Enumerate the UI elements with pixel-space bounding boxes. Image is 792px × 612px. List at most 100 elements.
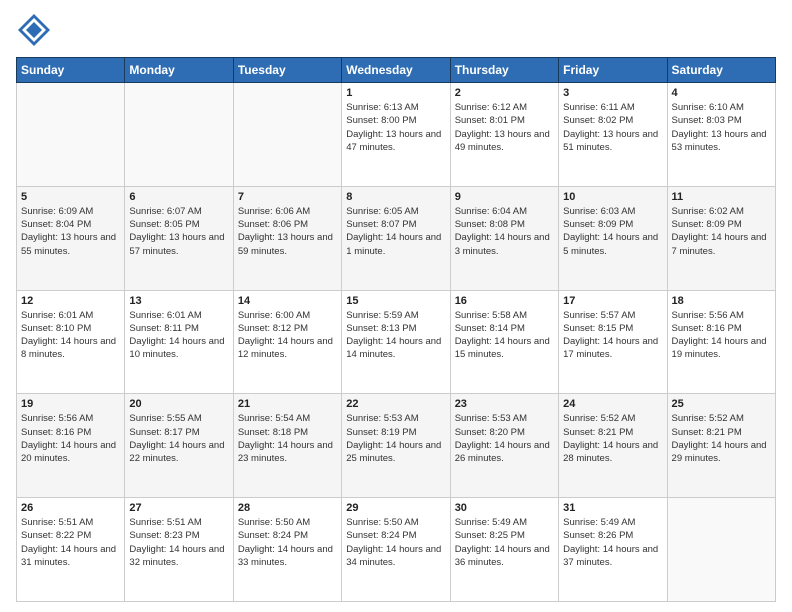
day-info: Sunrise: 5:50 AM Sunset: 8:24 PM Dayligh… [346,516,445,569]
day-info: Sunrise: 5:56 AM Sunset: 8:16 PM Dayligh… [672,309,771,362]
calendar-cell: 6 Sunrise: 6:07 AM Sunset: 8:05 PM Daylig… [125,186,233,290]
day-number: 11 [672,191,771,203]
calendar-week-row: 19 Sunrise: 5:56 AM Sunset: 8:16 PM Dayli… [17,394,776,498]
calendar-week-row: 1Sunrise: 6:13 AM Sunset: 8:00 PM Daylig… [17,83,776,187]
day-info: Sunrise: 5:52 AM Sunset: 8:21 PM Dayligh… [672,412,771,465]
calendar-cell: 24 Sunrise: 5:52 AM Sunset: 8:21 PM Dayli… [559,394,667,498]
day-number: 29 [346,502,445,514]
day-info: Sunrise: 6:04 AM Sunset: 8:08 PM Dayligh… [455,205,554,258]
calendar-header-thursday: Thursday [450,58,558,83]
day-number: 16 [455,295,554,307]
calendar-cell: 28 Sunrise: 5:50 AM Sunset: 8:24 PM Dayli… [233,498,341,602]
day-number: 21 [238,398,337,410]
day-number: 9 [455,191,554,203]
day-number: 20 [129,398,228,410]
day-info: Sunrise: 6:01 AM Sunset: 8:10 PM Dayligh… [21,309,120,362]
calendar-cell: 29 Sunrise: 5:50 AM Sunset: 8:24 PM Dayli… [342,498,450,602]
calendar-cell: 2 Sunrise: 6:12 AM Sunset: 8:01 PM Daylig… [450,83,558,187]
day-info: Sunrise: 6:05 AM Sunset: 8:07 PM Dayligh… [346,205,445,258]
day-info: Sunrise: 6:02 AM Sunset: 8:09 PM Dayligh… [672,205,771,258]
calendar-cell: 13Sunrise: 6:01 AM Sunset: 8:11 PM Dayli… [125,290,233,394]
calendar-cell: 18 Sunrise: 5:56 AM Sunset: 8:16 PM Dayli… [667,290,775,394]
day-number: 17 [563,295,662,307]
page: SundayMondayTuesdayWednesdayThursdayFrid… [0,0,792,612]
day-number: 31 [563,502,662,514]
header [16,12,776,53]
day-info: Sunrise: 5:51 AM Sunset: 8:23 PM Dayligh… [129,516,228,569]
calendar-cell: 25 Sunrise: 5:52 AM Sunset: 8:21 PM Dayli… [667,394,775,498]
calendar-cell: 4 Sunrise: 6:10 AM Sunset: 8:03 PM Daylig… [667,83,775,187]
day-number: 10 [563,191,662,203]
day-number: 19 [21,398,120,410]
calendar-cell: 14Sunrise: 6:00 AM Sunset: 8:12 PM Dayli… [233,290,341,394]
calendar-cell: 5 Sunrise: 6:09 AM Sunset: 8:04 PM Daylig… [17,186,125,290]
day-info: Sunrise: 5:56 AM Sunset: 8:16 PM Dayligh… [21,412,120,465]
day-number: 25 [672,398,771,410]
day-info: Sunrise: 5:53 AM Sunset: 8:19 PM Dayligh… [346,412,445,465]
day-info: Sunrise: 6:07 AM Sunset: 8:05 PM Dayligh… [129,205,228,258]
day-info: Sunrise: 6:11 AM Sunset: 8:02 PM Dayligh… [563,101,662,154]
day-info: Sunrise: 5:50 AM Sunset: 8:24 PM Dayligh… [238,516,337,569]
day-number: 4 [672,87,771,99]
day-info: Sunrise: 5:57 AM Sunset: 8:15 PM Dayligh… [563,309,662,362]
calendar-body: 1Sunrise: 6:13 AM Sunset: 8:00 PM Daylig… [17,83,776,602]
calendar-cell: 27 Sunrise: 5:51 AM Sunset: 8:23 PM Dayli… [125,498,233,602]
day-number: 13 [129,295,228,307]
calendar-cell [667,498,775,602]
day-info: Sunrise: 6:03 AM Sunset: 8:09 PM Dayligh… [563,205,662,258]
day-number: 22 [346,398,445,410]
calendar-cell: 12 Sunrise: 6:01 AM Sunset: 8:10 PM Dayli… [17,290,125,394]
day-number: 1 [346,87,445,99]
calendar-cell: 9 Sunrise: 6:04 AM Sunset: 8:08 PM Daylig… [450,186,558,290]
day-info: Sunrise: 6:10 AM Sunset: 8:03 PM Dayligh… [672,101,771,154]
day-number: 27 [129,502,228,514]
day-info: Sunrise: 6:09 AM Sunset: 8:04 PM Dayligh… [21,205,120,258]
calendar-cell: 7 Sunrise: 6:06 AM Sunset: 8:06 PM Daylig… [233,186,341,290]
calendar-week-row: 12 Sunrise: 6:01 AM Sunset: 8:10 PM Dayli… [17,290,776,394]
day-info: Sunrise: 5:55 AM Sunset: 8:17 PM Dayligh… [129,412,228,465]
logo-icon [16,12,52,48]
day-number: 8 [346,191,445,203]
day-number: 2 [455,87,554,99]
day-info: Sunrise: 5:49 AM Sunset: 8:25 PM Dayligh… [455,516,554,569]
day-number: 7 [238,191,337,203]
calendar-cell: 10 Sunrise: 6:03 AM Sunset: 8:09 PM Dayli… [559,186,667,290]
calendar-cell: 30 Sunrise: 5:49 AM Sunset: 8:25 PM Dayli… [450,498,558,602]
day-info: Sunrise: 6:00 AM Sunset: 8:12 PM Dayligh… [238,309,337,362]
day-number: 5 [21,191,120,203]
calendar-header-tuesday: Tuesday [233,58,341,83]
calendar-week-row: 26Sunrise: 5:51 AM Sunset: 8:22 PM Dayli… [17,498,776,602]
calendar-header-saturday: Saturday [667,58,775,83]
calendar-cell: 3 Sunrise: 6:11 AM Sunset: 8:02 PM Daylig… [559,83,667,187]
calendar-cell: 11 Sunrise: 6:02 AM Sunset: 8:09 PM Dayli… [667,186,775,290]
calendar-cell [125,83,233,187]
calendar-cell: 17 Sunrise: 5:57 AM Sunset: 8:15 PM Dayli… [559,290,667,394]
calendar-cell: 1Sunrise: 6:13 AM Sunset: 8:00 PM Daylig… [342,83,450,187]
calendar-header-sunday: Sunday [17,58,125,83]
calendar-cell [17,83,125,187]
day-number: 30 [455,502,554,514]
calendar-header-wednesday: Wednesday [342,58,450,83]
day-info: Sunrise: 5:49 AM Sunset: 8:26 PM Dayligh… [563,516,662,569]
day-number: 24 [563,398,662,410]
calendar-cell: 26Sunrise: 5:51 AM Sunset: 8:22 PM Dayli… [17,498,125,602]
day-number: 15 [346,295,445,307]
day-number: 23 [455,398,554,410]
calendar-cell: 21 Sunrise: 5:54 AM Sunset: 8:18 PM Dayli… [233,394,341,498]
day-info: Sunrise: 6:12 AM Sunset: 8:01 PM Dayligh… [455,101,554,154]
day-info: Sunrise: 5:58 AM Sunset: 8:14 PM Dayligh… [455,309,554,362]
day-info: Sunrise: 5:54 AM Sunset: 8:18 PM Dayligh… [238,412,337,465]
day-number: 18 [672,295,771,307]
day-number: 3 [563,87,662,99]
day-info: Sunrise: 5:53 AM Sunset: 8:20 PM Dayligh… [455,412,554,465]
calendar-week-row: 5 Sunrise: 6:09 AM Sunset: 8:04 PM Daylig… [17,186,776,290]
day-number: 28 [238,502,337,514]
day-info: Sunrise: 5:52 AM Sunset: 8:21 PM Dayligh… [563,412,662,465]
calendar-cell [233,83,341,187]
calendar-header-monday: Monday [125,58,233,83]
day-number: 6 [129,191,228,203]
day-info: Sunrise: 6:06 AM Sunset: 8:06 PM Dayligh… [238,205,337,258]
calendar-cell: 19 Sunrise: 5:56 AM Sunset: 8:16 PM Dayli… [17,394,125,498]
day-number: 12 [21,295,120,307]
day-number: 26 [21,502,120,514]
